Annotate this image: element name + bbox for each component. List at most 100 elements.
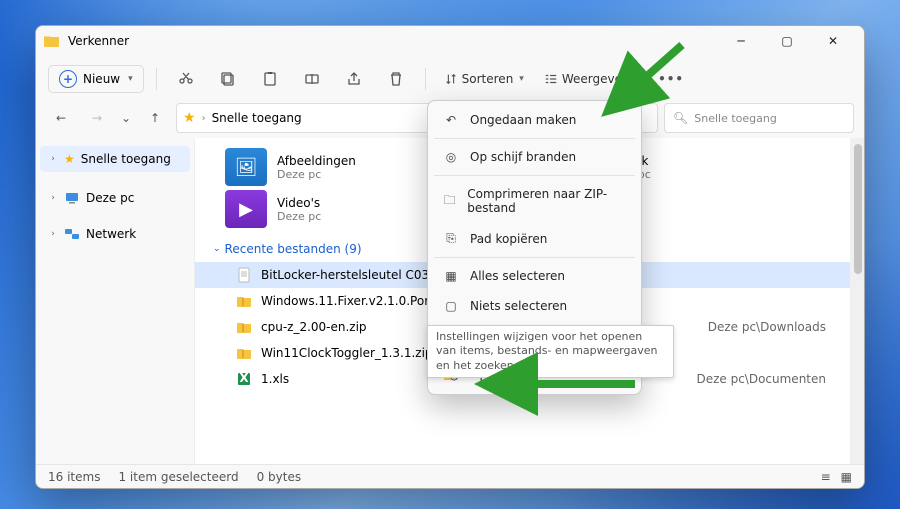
path-icon: ⎘ (442, 231, 460, 246)
sort-button[interactable]: Sorteren ▾ (438, 63, 530, 95)
status-bar: 16 items 1 item geselecteerd 0 bytes ≡ ▦ (36, 464, 864, 488)
thumbnails-view-button[interactable]: ▦ (841, 470, 852, 484)
sidebar-item-label: Netwerk (86, 227, 136, 241)
zip-icon (235, 344, 253, 362)
expander-icon[interactable]: › (48, 154, 58, 164)
back-button[interactable]: ← (46, 104, 76, 132)
expander-icon[interactable]: › (48, 229, 58, 239)
select-all-icon: ▦ (442, 269, 460, 283)
close-button[interactable]: ✕ (810, 26, 856, 56)
search-input[interactable]: 🔍︎ Snelle toegang (664, 103, 854, 133)
recent-header-label: Recente bestanden (9) (225, 242, 362, 256)
sort-icon (444, 72, 458, 86)
xls-icon: X (235, 370, 253, 388)
menu-label: Alles selecteren (470, 269, 565, 283)
zip-icon (235, 292, 253, 310)
menu-undo[interactable]: ↶ Ongedaan maken (428, 105, 641, 135)
delete-button[interactable] (379, 63, 413, 95)
sidebar-item-label: Deze pc (86, 191, 134, 205)
minimize-button[interactable]: ─ (718, 26, 764, 56)
expander-icon[interactable]: › (48, 193, 58, 203)
menu-label: Comprimeren naar ZIP-bestand (467, 187, 627, 215)
separator (425, 68, 426, 90)
sidebar: › ★ Snelle toegang › Deze pc › Netwerk (36, 138, 194, 464)
file-name: Win11ClockToggler_1.3.1.zip (261, 346, 433, 360)
menu-compress[interactable]: 🗀 Comprimeren naar ZIP-bestand (428, 179, 641, 223)
chevron-down-icon: ▾ (519, 74, 524, 84)
status-selected: 1 item geselecteerd (118, 470, 238, 484)
folder-location: Deze pc (277, 168, 356, 181)
new-button[interactable]: + Nieuw ▾ (48, 65, 144, 93)
menu-separator (434, 257, 635, 258)
titlebar: Verkenner ─ ▢ ✕ (36, 26, 864, 56)
status-count: 16 items (48, 470, 100, 484)
videos-icon: ▶ (225, 190, 267, 228)
history-chevron[interactable]: ⌄ (118, 104, 134, 132)
more-button[interactable]: ••• (654, 63, 688, 95)
menu-label: Niets selecteren (470, 299, 567, 313)
scrollbar[interactable] (850, 138, 864, 464)
menu-label: Pad kopiëren (470, 232, 547, 246)
search-placeholder: Snelle toegang (694, 112, 777, 125)
folder-name: Afbeeldingen (277, 154, 356, 168)
disc-icon: ◎ (442, 150, 460, 164)
file-location: Deze pc\Downloads (708, 320, 826, 334)
folder-location: Deze pc (277, 210, 321, 223)
rename-button[interactable] (295, 63, 329, 95)
details-view-button[interactable]: ≡ (821, 470, 831, 484)
select-none-icon: ▢ (442, 299, 460, 313)
search-icon: 🔍︎ (673, 111, 688, 125)
view-button[interactable]: Weergeven ▾ (538, 63, 646, 95)
toolbar: + Nieuw ▾ Sorteren ▾ Weergeven ▾ ••• (36, 56, 864, 102)
share-button[interactable] (337, 63, 371, 95)
breadcrumb-root: Snelle toegang (212, 111, 302, 125)
chevron-down-icon: ⌄ (213, 244, 221, 254)
scrollbar-thumb[interactable] (854, 144, 862, 274)
menu-select-none[interactable]: ▢ Niets selecteren (428, 291, 641, 321)
view-label: Weergeven (562, 72, 630, 86)
status-bytes: 0 bytes (257, 470, 302, 484)
folder-icon (44, 33, 60, 49)
sort-label: Sorteren (462, 72, 514, 86)
zip-icon: 🗀 (442, 191, 457, 212)
tooltip: Instellingen wijzigen voor het openen va… (427, 325, 674, 378)
separator (156, 68, 157, 90)
sidebar-item-network[interactable]: › Netwerk (40, 220, 190, 248)
svg-text:X: X (239, 371, 249, 385)
file-name: 1.xls (261, 372, 289, 386)
new-label: Nieuw (83, 72, 120, 86)
sidebar-item-this-pc[interactable]: › Deze pc (40, 184, 190, 212)
maximize-button[interactable]: ▢ (764, 26, 810, 56)
menu-burn-disc[interactable]: ◎ Op schijf branden (428, 142, 641, 172)
zip-icon (235, 318, 253, 336)
breadcrumb-separator: › (202, 113, 206, 124)
undo-icon: ↶ (442, 113, 460, 127)
file-location: Deze pc\Documenten (696, 372, 826, 386)
copy-button[interactable] (211, 63, 245, 95)
plus-icon: + (59, 70, 77, 88)
star-icon: ★ (64, 152, 75, 166)
cut-button[interactable] (169, 63, 203, 95)
text-file-icon (235, 266, 253, 284)
folder-name: Video's (277, 196, 321, 210)
sidebar-item-quick-access[interactable]: › ★ Snelle toegang (40, 146, 190, 172)
menu-separator (434, 138, 635, 139)
chevron-down-icon: ▾ (128, 74, 133, 84)
pc-icon (64, 190, 80, 206)
sidebar-item-label: Snelle toegang (81, 152, 171, 166)
star-icon: ★ (183, 110, 196, 126)
view-icon (544, 72, 558, 86)
forward-button[interactable]: → (82, 104, 112, 132)
chevron-down-icon: ▾ (636, 74, 641, 84)
pictures-icon: 🖼 (225, 148, 267, 186)
menu-label: Ongedaan maken (470, 113, 576, 127)
up-button[interactable]: ↑ (140, 104, 170, 132)
paste-button[interactable] (253, 63, 287, 95)
file-name: cpu-z_2.00-en.zip (261, 320, 367, 334)
network-icon (64, 226, 80, 242)
menu-separator (434, 175, 635, 176)
menu-select-all[interactable]: ▦ Alles selecteren (428, 261, 641, 291)
menu-label: Op schijf branden (470, 150, 576, 164)
menu-copy-path[interactable]: ⎘ Pad kopiëren (428, 223, 641, 254)
window-title: Verkenner (68, 34, 129, 48)
